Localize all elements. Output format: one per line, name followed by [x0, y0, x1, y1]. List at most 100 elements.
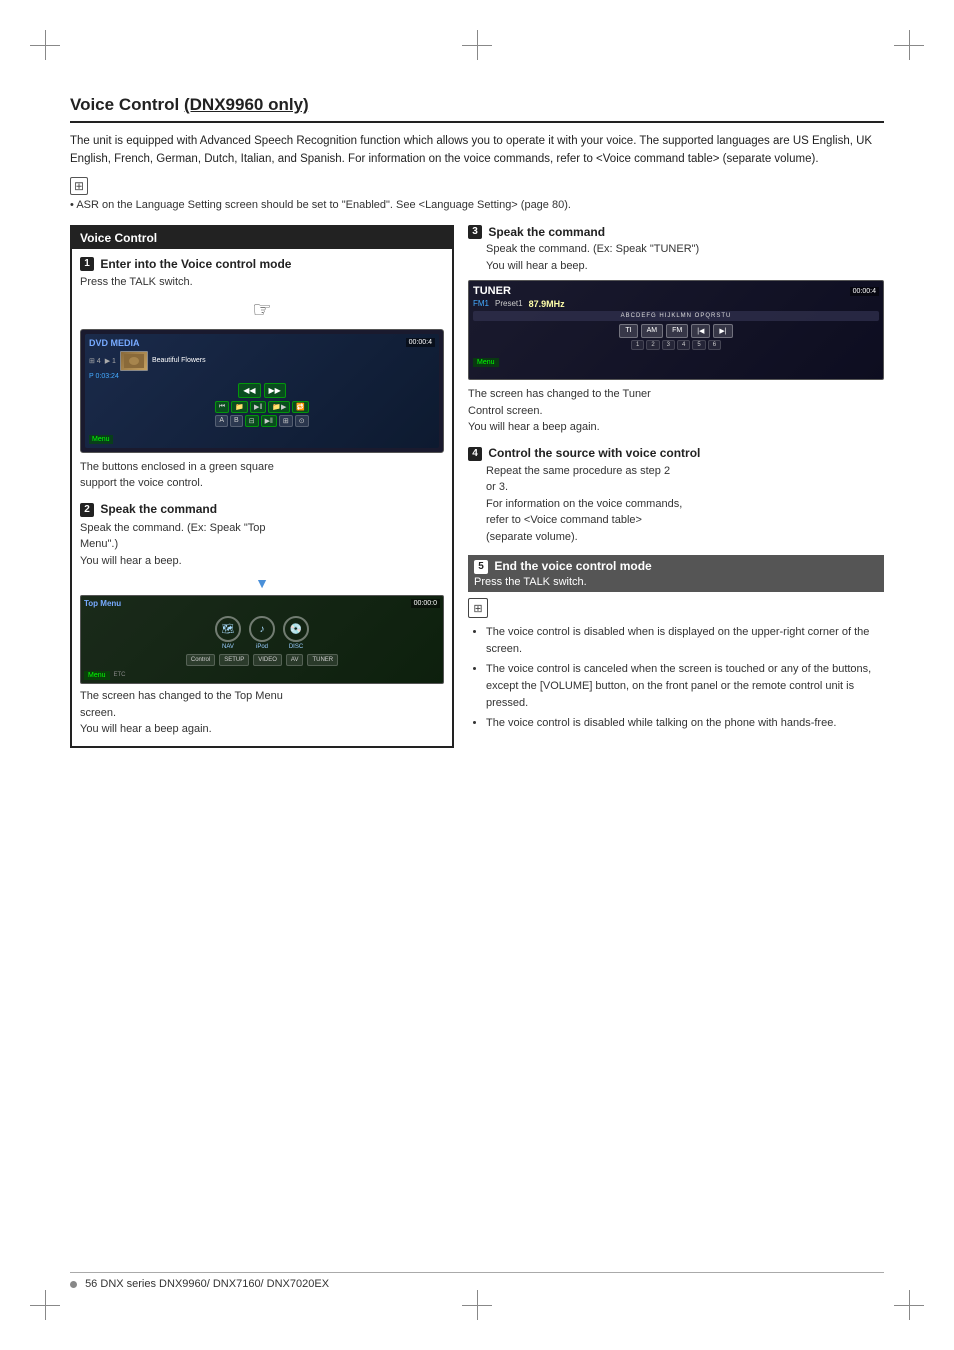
step2-caption3: You will hear a beep again. [80, 723, 212, 735]
dvd-screen-mockup: DVD MEDIA 00:00:4 ⊞ 4 ▶ 1 Beautiful Flow… [80, 329, 444, 453]
tm-disc-circle: 💿 [283, 616, 309, 642]
note3-text: The voice control is disabled while talk… [486, 717, 836, 729]
tuner-fm: FM1 [473, 299, 489, 309]
step4-wrapper: 4 Control the source with voice control … [468, 446, 884, 545]
dvd-thumb [120, 351, 148, 371]
tuner-header: TUNER 00:00:4 [473, 285, 879, 297]
step5-box: 5 End the voice control mode Press the T… [468, 555, 884, 592]
tm-disc-label: DISC [289, 644, 303, 650]
tm-menu-row: Menu ETC [84, 669, 440, 680]
tuner-caption3: You will hear a beep again. [468, 421, 600, 433]
dvd-menu-bar-wrapper: Menu [89, 430, 435, 444]
dvd-btn-ff: ▶▶ [264, 383, 286, 398]
step3-desc1: Speak the command. (Ex: Speak "TUNER") [486, 243, 699, 255]
left-column: Voice Control 1 Enter into the Voice con… [70, 225, 454, 748]
dvd-btn-next-folder: 📁▶ [268, 401, 290, 413]
footer-bullet [70, 1281, 77, 1288]
voice-control-header: Voice Control [72, 227, 452, 249]
note-text: ASR on the Language Setting screen shoul… [76, 199, 571, 211]
step3-title: 3 Speak the command [468, 225, 884, 240]
tuner-btn-ti: TI [619, 324, 637, 338]
tm-time: 00:00:0 [411, 599, 440, 608]
step3-caption: The screen has changed to the Tuner Cont… [468, 386, 884, 436]
tuner-preset-1: 1 [631, 340, 644, 350]
step3-desc2: You will hear a beep. [486, 260, 588, 272]
dvd-controls-row1: ◀◀ ▶▶ [89, 383, 435, 398]
step4-desc5: (separate volume). [486, 531, 578, 543]
dvd-btn-a: A [215, 415, 228, 427]
two-column-layout: Voice Control 1 Enter into the Voice con… [70, 225, 884, 748]
page-title: Voice Control (DNX9960 only) [70, 95, 884, 123]
dvd-btn-e: ⊞ [279, 415, 293, 427]
dvd-progress: P 0:03:24 [89, 373, 119, 380]
step2-title-text: Speak the command [100, 502, 217, 516]
tm-btn-tuner: TUNER [307, 654, 338, 666]
step2-caption2: screen. [80, 707, 116, 719]
tm-nav-label: NAV [222, 644, 234, 650]
tm-header: Top Menu 00:00:0 [84, 599, 440, 608]
title-underline: (DNX9960 only) [184, 95, 309, 114]
step1-title: 1 Enter into the Voice control mode [80, 257, 444, 272]
tuner-presets-row: 1 2 3 4 5 6 [473, 340, 879, 350]
step2-desc2: Menu".) [80, 538, 118, 550]
step3-num: 3 [468, 225, 482, 239]
tuner-freq: 87.9MHz [529, 299, 565, 309]
note-warning-icon: ⊞ [468, 598, 488, 618]
tuner-title: TUNER [473, 285, 511, 297]
step3-desc: Speak the command. (Ex: Speak "TUNER") Y… [486, 241, 884, 274]
dvd-controls-row3: A B ⊟ ▶‖ ⊞ ⊙ [89, 415, 435, 427]
tuner-preset: Preset1 [495, 299, 523, 309]
tuner-btn-next: ▶| [713, 324, 732, 338]
dvd-pos: ▶ 1 [105, 357, 116, 365]
tuner-menu-bar: Menu [473, 358, 499, 367]
tm-version: ETC [114, 672, 126, 678]
step4-desc3: For information on the voice commands, [486, 498, 682, 510]
tm-menu-bar: Menu [84, 671, 110, 680]
step1-caption1: The buttons enclosed in a green square [80, 461, 274, 473]
footer-series: DNX series DNX9960/ DNX7160/ DNX7020EX [100, 1278, 329, 1290]
hand-pointer-icon: ☞ [80, 297, 444, 323]
tuner-preset-2: 2 [646, 340, 659, 350]
tuner-time: 00:00:4 [850, 287, 879, 296]
step3-wrapper: 3 Speak the command Speak the command. (… [468, 225, 884, 436]
voice-control-box: Voice Control 1 Enter into the Voice con… [70, 225, 454, 748]
dvd-screen: DVD MEDIA 00:00:4 ⊞ 4 ▶ 1 Beautiful Flow… [85, 334, 439, 448]
dvd-btn-rw: ◀◀ [238, 383, 260, 398]
step1-caption2: support the voice control. [80, 477, 203, 489]
step4-desc2: or 3. [486, 481, 508, 493]
tuner-btn-row1: TI AM FM |◀ ▶| [473, 324, 879, 338]
step4-desc4: refer to <Voice command table> [486, 514, 642, 526]
note-bullet: • ASR on the Language Setting screen sho… [70, 199, 884, 211]
crosshair-top [462, 30, 492, 60]
tuner-preset-5: 5 [692, 340, 705, 350]
page-content: Voice Control (DNX9960 only) The unit is… [70, 95, 884, 748]
tuner-menu-row: Menu [473, 353, 879, 367]
step4-num: 4 [468, 447, 482, 461]
step1-title-text: Enter into the Voice control mode [100, 257, 291, 271]
dvd-controls-row2: ⏮ 📁 ▶‖ 📁▶ 🔁 [89, 401, 435, 413]
tm-icons-row: 🗺 NAV ♪ iPod 💿 DISC [84, 616, 440, 650]
step2-num: 2 [80, 503, 94, 517]
tuner-keyboard: ABCDEFG HIJKLMN OPQRSTU [473, 311, 879, 321]
tuner-btn-fm: FM [666, 324, 688, 338]
dvd-track: ⊞ 4 [89, 357, 101, 365]
step1-num: 1 [80, 257, 94, 271]
step2-desc: Speak the command. (Ex: Speak "Top Menu"… [80, 520, 444, 570]
step2-desc1: Speak the command. (Ex: Speak "Top [80, 522, 266, 534]
step4-title: 4 Control the source with voice control [468, 446, 884, 461]
dvd-header: DVD MEDIA 00:00:4 [89, 338, 435, 348]
footer-text: 56 DNX series DNX9960/ DNX7160/ DNX7020E… [70, 1278, 884, 1290]
dvd-time: 00:00:4 [406, 338, 435, 347]
tuner-row2: FM1 Preset1 87.9MHz [473, 299, 879, 309]
note-item-1: The voice control is disabled when is di… [486, 624, 884, 658]
note-item-2: The voice control is canceled when the s… [486, 661, 884, 712]
note1-text: The voice control is disabled when is di… [486, 626, 869, 655]
step4-desc: Repeat the same procedure as step 2 or 3… [486, 463, 884, 546]
crosshair-bottom [462, 1290, 492, 1320]
corner-mark-bl [30, 1290, 60, 1320]
step5-title-text: End the voice control mode [494, 559, 651, 573]
tm-ipod-label: iPod [256, 644, 268, 650]
arrow-down-left: ▼ [80, 575, 444, 591]
note-icon-wrapper [70, 177, 884, 197]
tuner-screen: TUNER 00:00:4 FM1 Preset1 87.9MHz ABCDEF… [468, 280, 884, 380]
